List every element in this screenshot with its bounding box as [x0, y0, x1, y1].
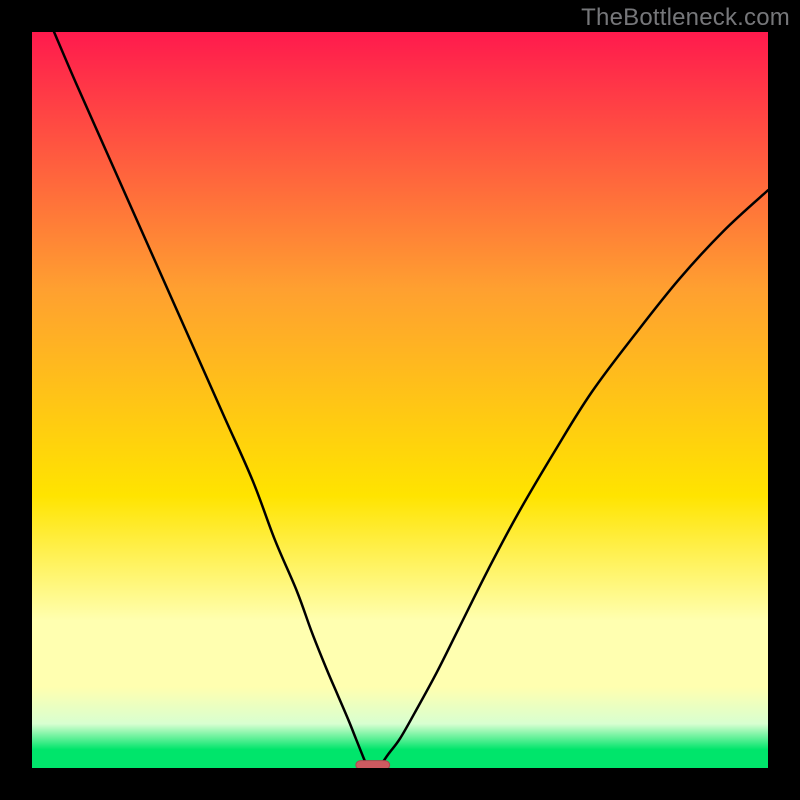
bottleneck-chart — [32, 32, 768, 768]
minimum-marker — [356, 761, 390, 768]
page-root: TheBottleneck.com — [0, 0, 800, 800]
chart-container — [32, 32, 768, 768]
chart-background — [32, 32, 768, 768]
watermark-label: TheBottleneck.com — [581, 4, 790, 32]
